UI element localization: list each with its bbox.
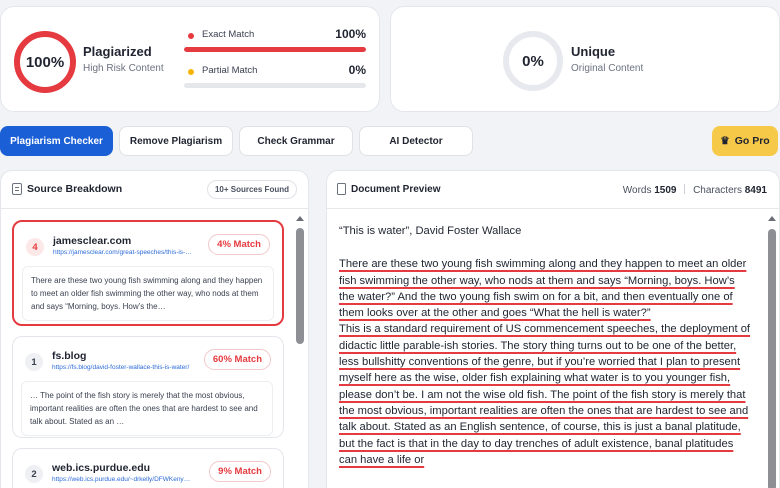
crown-icon: ♛ [720, 135, 730, 147]
source-number: 4 [26, 238, 44, 256]
plagiarized-percent: 100% [25, 53, 65, 71]
tab-plagiarism-checker[interactable]: Plagiarism Checker [0, 126, 113, 156]
source-snippet: There are these two young fish swimming … [22, 266, 274, 321]
source-card-purdue[interactable]: 2 web.ics.purdue.edu https://web.ics.pur… [12, 448, 284, 488]
source-url-link[interactable]: https://fs.blog/david-foster-wallace-thi… [52, 364, 192, 371]
source-number: 2 [25, 465, 43, 483]
document-scroll-up-icon[interactable] [768, 216, 776, 221]
source-scroll-up-icon[interactable] [296, 216, 304, 221]
document-preview-title: Document Preview [351, 184, 441, 195]
partial-match-value: 0% [348, 63, 366, 77]
document-preview-panel: Document Preview Words 1509 Characters 8… [326, 170, 780, 488]
stats-divider [684, 184, 686, 194]
list-icon [12, 183, 22, 195]
exact-match-label: Exact Match [202, 29, 255, 40]
source-breakdown-title: Source Breakdown [27, 183, 123, 195]
sources-found-badge: 10+ Sources Found [206, 180, 297, 199]
go-pro-label: Go Pro [734, 135, 770, 147]
document-stats: Words 1509 Characters 8491 [623, 184, 767, 196]
document-icon [337, 183, 346, 195]
source-domain: fs.blog [52, 350, 87, 362]
unique-title: Unique [571, 44, 616, 59]
plagiarized-subtitle: High Risk Content [83, 63, 164, 74]
source-match-badge: 9% Match [209, 461, 271, 482]
exact-match-bar [184, 47, 366, 52]
source-match-badge: 4% Match [208, 234, 270, 255]
characters-count: 8491 [744, 185, 767, 196]
source-card-jamesclear[interactable]: 4 jamesclear.com https://jamesclear.com/… [12, 220, 284, 326]
partial-match-label: Partial Match [202, 65, 258, 76]
unique-percent-ring: 0% [503, 31, 563, 91]
source-breakdown-panel: Source Breakdown 10+ Sources Found 4 jam… [0, 170, 309, 488]
unique-summary-card: 0% Unique Original Content [390, 6, 780, 112]
source-snippet: … The point of the fish story is merely … [21, 381, 273, 436]
unique-percent: 0% [522, 52, 544, 70]
partial-match-dot-icon [188, 69, 194, 75]
document-text: “This is water”, David Foster Wallace Th… [339, 223, 751, 468]
plagiarized-summary-card: 100% Plagiarized High Risk Content Exact… [0, 6, 380, 112]
partial-match-bar [184, 83, 366, 88]
source-number: 1 [25, 353, 43, 371]
highlighted-passage[interactable]: There are these two young fish swimming … [339, 258, 746, 319]
source-scrollbar-thumb[interactable] [296, 228, 304, 344]
words-count: 1509 [654, 185, 677, 196]
highlighted-passage[interactable]: This is a standard requirement of US com… [339, 323, 750, 465]
source-domain: web.ics.purdue.edu [52, 462, 151, 474]
source-card-fs-blog[interactable]: 1 fs.blog https://fs.blog/david-foster-w… [12, 336, 284, 438]
words-label: Words [622, 185, 652, 196]
tab-remove-plagiarism[interactable]: Remove Plagiarism [119, 126, 233, 156]
exact-match-bar-fill [184, 47, 366, 52]
exact-match-dot-icon [188, 33, 194, 39]
plagiarized-percent-ring: 100% [14, 31, 76, 93]
source-domain: jamesclear.com [53, 235, 132, 247]
plagiarized-title: Plagiarized [83, 44, 152, 59]
exact-match-value: 100% [335, 27, 366, 41]
source-breakdown-header: Source Breakdown 10+ Sources Found [1, 171, 308, 209]
document-scrollbar-thumb[interactable] [768, 229, 776, 488]
characters-label: Characters [693, 185, 742, 196]
document-preview-header: Document Preview Words 1509 Characters 8… [327, 171, 779, 209]
source-url-link[interactable]: https://web.ics.purdue.edu/~drkelly/DFWK… [52, 476, 192, 483]
go-pro-button[interactable]: ♛ Go Pro [712, 126, 778, 156]
document-heading: “This is water”, David Foster Wallace [339, 225, 522, 237]
tab-check-grammar[interactable]: Check Grammar [239, 126, 353, 156]
tab-ai-detector[interactable]: AI Detector [359, 126, 473, 156]
source-match-badge: 60% Match [203, 349, 271, 370]
source-url-link[interactable]: https://jamesclear.com/great-speeches/th… [53, 249, 193, 256]
unique-subtitle: Original Content [571, 63, 644, 74]
